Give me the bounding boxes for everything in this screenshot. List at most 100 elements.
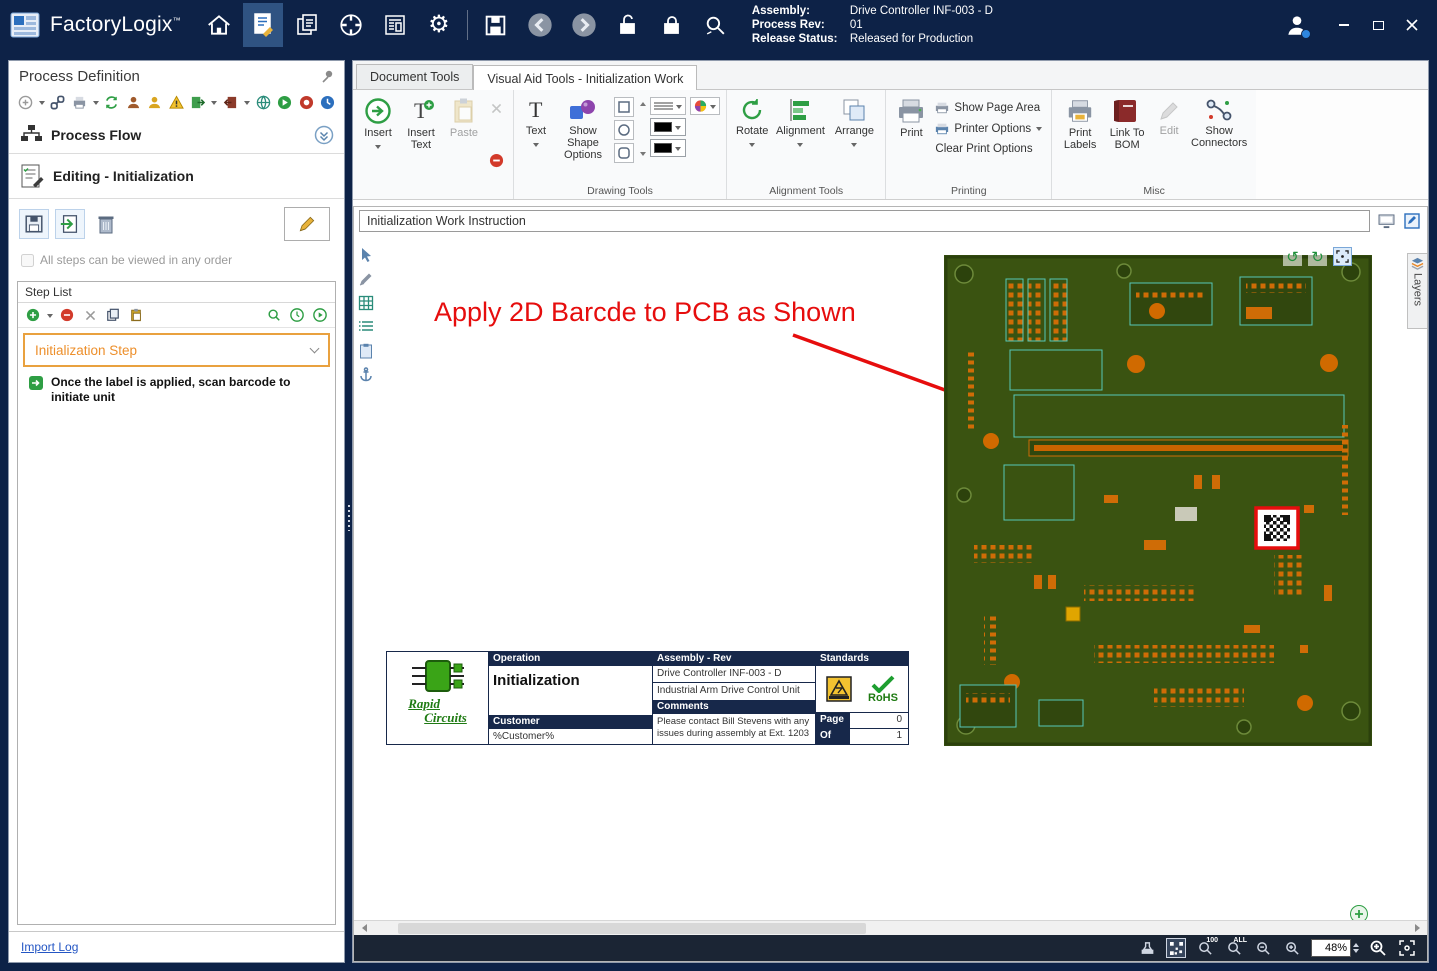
- save-step-button[interactable]: [19, 209, 49, 239]
- back-button[interactable]: [520, 3, 560, 47]
- printer-options-button[interactable]: Printer Options: [932, 120, 1045, 137]
- copy-icon[interactable]: [104, 306, 122, 324]
- export-icon[interactable]: [190, 93, 207, 111]
- expand-canvas-button[interactable]: [1350, 905, 1368, 920]
- shape-spinner[interactable]: [638, 97, 646, 161]
- add-icon[interactable]: [17, 93, 34, 111]
- alignment-button[interactable]: Alignment: [773, 95, 827, 152]
- alert-icon[interactable]: [168, 93, 185, 111]
- panel-splitter[interactable]: [345, 60, 352, 963]
- zoom-in-button[interactable]: [1282, 938, 1302, 958]
- layers-tab[interactable]: Layers: [1407, 253, 1427, 329]
- audit-search-button[interactable]: [696, 3, 736, 47]
- import-caret-icon[interactable]: [244, 101, 250, 108]
- line-style-select[interactable]: [650, 97, 686, 115]
- pointer-tool-icon[interactable]: [358, 247, 374, 263]
- show-page-area-button[interactable]: Show Page Area: [932, 99, 1045, 116]
- remove-shape-icon[interactable]: [487, 151, 505, 169]
- tab-document-tools[interactable]: Document Tools: [356, 64, 473, 89]
- export-caret-icon[interactable]: [211, 101, 217, 108]
- run-step-icon[interactable]: [311, 306, 329, 324]
- zoom-100-button[interactable]: 100: [1195, 938, 1215, 958]
- add-caret-icon[interactable]: [39, 101, 45, 108]
- print-caret-icon[interactable]: [93, 101, 99, 108]
- zoom-plus-icon[interactable]: [1368, 938, 1388, 958]
- history-icon[interactable]: [319, 93, 336, 111]
- undo-icon[interactable]: ↺: [1283, 247, 1302, 266]
- paste-button[interactable]: Paste: [445, 95, 483, 141]
- zoom-level-input[interactable]: [1311, 939, 1351, 957]
- barcode-select-icon[interactable]: [1166, 938, 1186, 958]
- edit-step-button[interactable]: [284, 207, 330, 241]
- chevron-down-icon[interactable]: [310, 344, 320, 354]
- zoom-all-button[interactable]: ALL: [1224, 938, 1244, 958]
- scroll-left-arrow[interactable]: [354, 921, 370, 936]
- process-flow-row[interactable]: Process Flow: [9, 117, 344, 153]
- cut-icon[interactable]: [81, 306, 99, 324]
- text-button[interactable]: T Text: [520, 95, 552, 152]
- scroll-right-arrow[interactable]: [1411, 921, 1427, 936]
- start-icon[interactable]: [276, 93, 293, 111]
- zoom-spinner[interactable]: [1353, 940, 1359, 956]
- redo-icon[interactable]: ↻: [1308, 247, 1327, 266]
- clipboard-tool-icon[interactable]: [358, 343, 374, 359]
- edit-button[interactable]: Edit: [1152, 95, 1186, 139]
- home-button[interactable]: [199, 3, 239, 47]
- minimize-button[interactable]: [1337, 18, 1351, 32]
- sync-icon[interactable]: [104, 93, 121, 111]
- user-brown-icon[interactable]: [125, 93, 142, 111]
- import-log-link[interactable]: Import Log: [21, 940, 78, 954]
- print-button[interactable]: Print: [892, 95, 930, 141]
- paste-icon[interactable]: [127, 306, 145, 324]
- document-canvas[interactable]: Apply 2D Barcde to PCB as Shown ↺ ↻: [378, 235, 1407, 920]
- zoom-out-button[interactable]: [1253, 938, 1273, 958]
- grid-tool-icon[interactable]: [358, 295, 374, 311]
- zoom-fit-icon[interactable]: [1397, 938, 1417, 958]
- fit-selection-icon[interactable]: [1333, 247, 1352, 266]
- fill-color-select[interactable]: [650, 139, 686, 157]
- link-to-bom-button[interactable]: Link To BOM: [1104, 95, 1150, 153]
- user-gold-icon[interactable]: [147, 93, 164, 111]
- user-button[interactable]: [1277, 3, 1317, 47]
- annotate-tool-icon[interactable]: [358, 271, 374, 287]
- navigator-button[interactable]: [331, 3, 371, 47]
- record-icon[interactable]: [298, 93, 315, 111]
- list-tool-icon[interactable]: [358, 319, 374, 335]
- arrange-button[interactable]: Arrange: [829, 95, 879, 152]
- page-view-icon[interactable]: [1376, 211, 1396, 231]
- pin-icon[interactable]: [320, 69, 334, 83]
- forward-button[interactable]: [564, 3, 604, 47]
- materials-button[interactable]: [287, 3, 327, 47]
- print-icon[interactable]: [71, 93, 88, 111]
- rounded-rect-shape-button[interactable]: [614, 143, 634, 163]
- clear-print-options-button[interactable]: Clear Print Options: [932, 141, 1045, 157]
- remove-step-icon[interactable]: [58, 306, 76, 324]
- rect-shape-button[interactable]: [614, 97, 634, 117]
- delete-step-button[interactable]: [91, 209, 121, 239]
- delete-shape-icon[interactable]: [487, 99, 505, 117]
- import-icon[interactable]: [222, 93, 239, 111]
- insert-text-button[interactable]: T Insert Text: [399, 95, 443, 153]
- maximize-button[interactable]: [1371, 18, 1385, 32]
- save-button[interactable]: [476, 3, 516, 47]
- scrollbar-thumb[interactable]: [398, 923, 866, 934]
- anchor-tool-icon[interactable]: [358, 367, 374, 383]
- pcb-image[interactable]: [944, 255, 1372, 746]
- print-labels-button[interactable]: Print Labels: [1058, 95, 1102, 153]
- preview-step-icon[interactable]: [265, 306, 283, 324]
- show-connectors-button[interactable]: Show Connectors: [1188, 95, 1250, 151]
- unlock-button[interactable]: [608, 3, 648, 47]
- web-icon[interactable]: [255, 93, 272, 111]
- refresh-step-icon[interactable]: [288, 306, 306, 324]
- line-color-select[interactable]: [650, 118, 686, 136]
- rotate-button[interactable]: Rotate: [733, 95, 771, 152]
- tab-visual-aid-tools[interactable]: Visual Aid Tools - Initialization Work: [473, 65, 697, 90]
- close-button[interactable]: [1405, 18, 1419, 32]
- add-step-icon[interactable]: [24, 306, 42, 324]
- settings-button[interactable]: ⚙: [419, 3, 459, 47]
- edit-mode-icon[interactable]: [1402, 211, 1422, 231]
- ellipse-shape-button[interactable]: [614, 120, 634, 140]
- process-definition-button[interactable]: [243, 3, 283, 47]
- work-instruction-label[interactable]: Rapid Circuits Operation Initialization …: [386, 651, 909, 745]
- show-shape-options-button[interactable]: Show Shape Options: [554, 95, 612, 163]
